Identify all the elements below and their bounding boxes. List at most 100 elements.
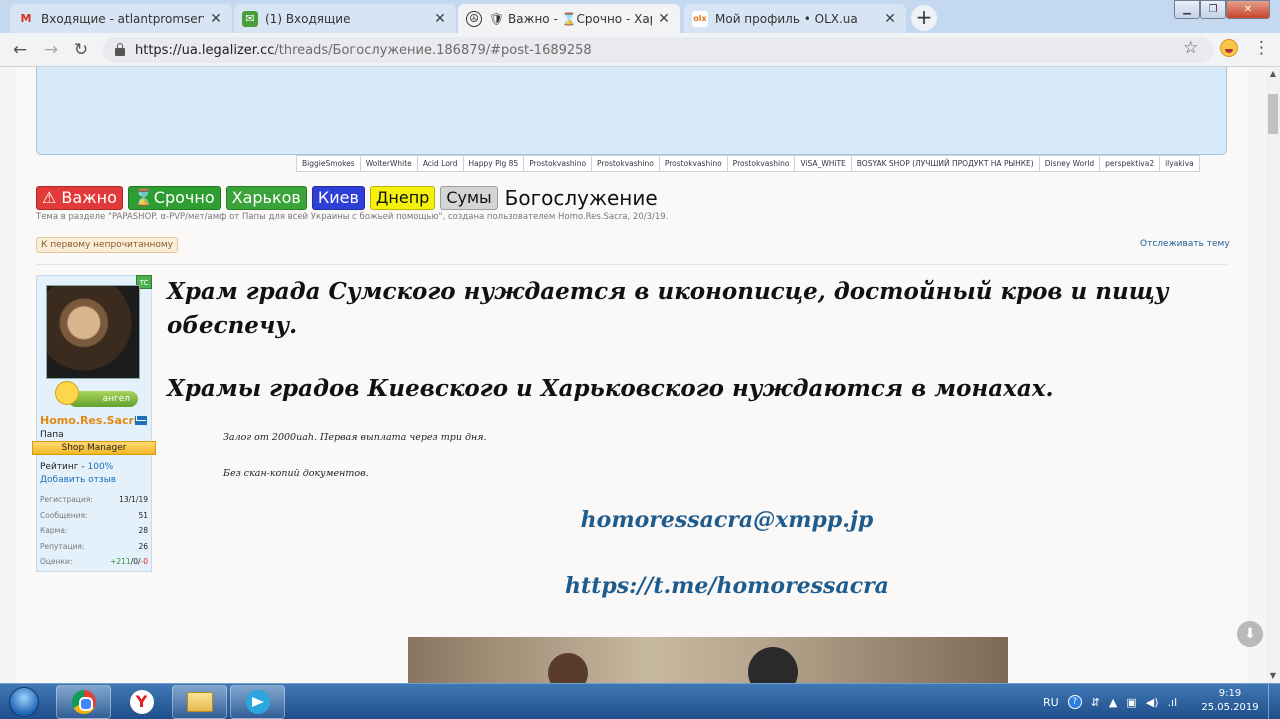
tab-label: (1) Входящие [265,11,351,26]
tab-strip: M Входящие - atlantpromservis@g ✕ ✉ (1) … [0,0,1280,33]
online-user-link[interactable]: Prostokvashino [728,156,796,171]
avatar[interactable] [46,285,140,379]
stat-label: Репутация: [40,541,85,551]
message-icon[interactable] [135,416,147,425]
online-user-link[interactable]: Prostokvashino [524,156,593,171]
online-user-link[interactable]: Acid Lord [418,156,464,171]
help-icon[interactable]: ? [1067,695,1082,709]
tray-expand-icon[interactable]: ▲ [1109,696,1117,709]
contact-xmpp: homoressacra@xmpp.jp [580,507,874,533]
prefix-important[interactable]: ⚠ Важно [36,186,123,210]
forward-icon[interactable]: → [40,39,62,61]
olx-icon: olx [692,10,708,27]
rating-value: 100% [87,462,114,472]
taskbar-chrome[interactable] [56,685,111,719]
user-title: Папа [40,430,64,440]
prefix-sumy[interactable]: Сумы [440,186,498,210]
signal-icon[interactable]: .ıl [1168,696,1178,709]
stat-row: Сообщения: 51 [40,511,148,527]
scroll-down-icon[interactable]: ⬇ [1237,621,1263,647]
clock-date: 25.05.2019 [1201,702,1259,713]
online-user-link[interactable]: ilyakiva [1160,156,1199,171]
online-user-link[interactable]: WolterWhite [361,156,418,171]
username-link[interactable]: Homo.Res.Sacra [40,414,141,427]
tab-close-icon[interactable]: ✕ [432,11,448,27]
address-bar[interactable]: https://ua.legalizer.cc/threads/Богослуж… [103,37,1213,63]
url-path: /threads/Богослужение.186879/#post-16892… [274,42,592,58]
language-indicator[interactable]: RU [1043,696,1059,709]
watch-thread-link[interactable]: Отслеживать тему [1140,239,1230,249]
chrome-icon [71,690,96,714]
network-icon[interactable]: ⇵ [1091,696,1100,709]
windows-taskbar: Y RU ? ⇵ ▲ ▣ ◀) .ıl 9:19 25.05.2019 [0,683,1280,719]
new-tab-button[interactable]: + [911,5,937,31]
tab-olx[interactable]: olx Мой профиль • OLX.ua ✕ [684,4,906,33]
tab-close-icon[interactable]: ✕ [656,11,672,27]
stat-value: 26 [138,541,148,551]
add-review-link[interactable]: Добавить отзыв [40,475,116,485]
url-host: https://ua.legalizer.cc [135,42,275,58]
forum-content: BiggieSmokes WolterWhite Acid Lord Happy Pi… [17,67,1247,683]
profile-emoji-icon[interactable] [1220,39,1238,57]
votes-negative: -0 [140,557,148,566]
scroll-up-arrow-icon[interactable]: ▲ [1266,67,1280,81]
page-viewport: BiggieSmokes WolterWhite Acid Lord Happy Pi… [0,67,1266,683]
online-user-link[interactable]: Prostokvashino [660,156,728,171]
tab-close-icon[interactable]: ✕ [208,11,224,27]
scroll-down-arrow-icon[interactable]: ▼ [1266,669,1280,683]
online-user-link[interactable]: BOSYAK SHOP (ЛУЧШИЙ ПРОДУКТ НА РЫНКЕ) [852,156,1040,171]
stat-value: 28 [138,526,148,535]
gmail-icon: M [20,12,32,25]
menu-dots-icon[interactable]: ⋮ [1253,38,1270,58]
votes-neutral: /0/ [130,557,141,566]
online-user-link[interactable]: perspektiva2 [1100,156,1161,171]
angel-smiley-icon [55,381,79,405]
contact-telegram-link[interactable]: https://t.me/homoressacra [167,573,1266,599]
clock[interactable]: 9:19 25.05.2019 [1200,687,1260,715]
online-user-link[interactable]: ViSA_WHiTE [795,156,852,171]
prefix-urgent[interactable]: ⌛Срочно [127,186,221,210]
scroll-thumb[interactable] [1268,94,1278,134]
post-image [408,637,1008,683]
volume-icon[interactable]: ◀) [1146,696,1159,709]
tab-forum[interactable]: ☮ 🛡 Важно - ⌛Срочно - Харьков - ✕ [458,4,680,33]
yandex-icon: Y [129,690,154,714]
tab-label: Входящие - atlantpromservis@g [41,11,204,26]
tab-gmail[interactable]: M Входящие - atlantpromservis@g ✕ [10,4,232,33]
tab-label: 🛡 Важно - ⌛Срочно - Харьков - [489,11,652,26]
reload-icon[interactable]: ↻ [70,39,92,61]
start-button[interactable] [4,684,44,719]
show-desktop-button[interactable] [1268,684,1280,719]
taskbar-yandex[interactable]: Y [114,685,169,719]
power-icon[interactable]: ▣ [1126,696,1136,709]
taskbar-explorer[interactable] [172,685,227,719]
vertical-scrollbar[interactable]: ▲ ▼ [1266,67,1280,683]
bookmark-star-icon[interactable]: ☆ [1183,38,1198,58]
online-user-link[interactable]: BiggieSmokes [297,156,361,171]
user-stats: Регистрация: 13/1/19 Сообщения: 51 Карма: 2… [40,495,148,573]
divider [36,264,1227,265]
user-rating: Рейтинг - 100% [40,462,113,472]
back-icon[interactable]: ← [9,39,31,61]
folder-icon [186,692,213,712]
minimize-icon[interactable]: ▁ [1174,0,1200,19]
post-line-documents: Без скан-копий документов. [223,468,369,479]
online-user-link[interactable]: Happy Pig 85 [464,156,525,171]
clock-time: 9:19 [1218,688,1242,699]
first-unread-button[interactable]: К первому непрочитанному [36,237,179,253]
prefix-kharkiv[interactable]: Харьков [225,186,307,210]
prefix-dnipro[interactable]: Днепр [369,186,436,210]
post-headline-1: Храм града Сумского нуждается в иконопис… [167,278,1169,339]
stat-value[interactable]: 51 [138,511,148,527]
online-user-link[interactable]: Prostokvashino [592,156,660,171]
prefix-kyiv[interactable]: Киев [311,186,365,210]
online-user-link[interactable]: Disney World [1040,156,1101,171]
telegram-icon [245,690,270,714]
window-controls: ▁ ❐ ✕ [1174,0,1270,19]
thread-meta: Тема в разделе "PAPASHOP. α-PVP/мет/амф … [36,212,669,222]
tab-mail[interactable]: ✉ (1) Входящие ✕ [234,4,456,33]
close-window-icon[interactable]: ✕ [1226,0,1270,19]
taskbar-telegram[interactable] [230,685,285,719]
maximize-icon[interactable]: ❐ [1200,0,1226,19]
tab-close-icon[interactable]: ✕ [882,11,898,27]
